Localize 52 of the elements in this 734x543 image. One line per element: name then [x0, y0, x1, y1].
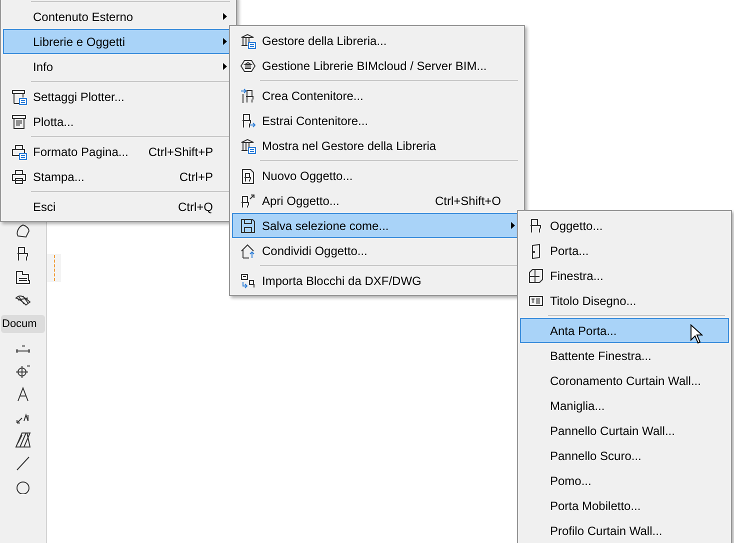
menu-item[interactable]: Coronamento Curtain Wall... [520, 368, 729, 393]
menu-item[interactable]: Titolo Disegno... [520, 288, 729, 313]
menu-item[interactable]: Mostra nel Gestore della Libreria [232, 133, 522, 158]
printer-icon [10, 168, 26, 184]
menu-item[interactable]: Gestione Librerie BIMcloud / Server BIM... [232, 53, 522, 78]
menu-item[interactable]: Importa Blocchi da DXF/DWG [232, 268, 522, 293]
menu-item[interactable]: Estrai Contenitore... [232, 108, 522, 133]
share-house-icon [240, 242, 256, 258]
menu-item[interactable]: Profilo Curtain Wall... [520, 518, 729, 543]
save-icon [240, 218, 256, 234]
menu-item[interactable]: Stampa... Ctrl+P [3, 164, 234, 189]
library-icon [240, 138, 256, 154]
menu-item[interactable]: Maniglia... [520, 393, 729, 418]
chair-arrow-icon [240, 88, 256, 104]
menu-item[interactable]: Battente Finestra... [520, 343, 729, 368]
plotter-settings-icon [10, 88, 26, 104]
object-file-icon [240, 168, 256, 184]
menu-item[interactable]: Info [3, 54, 234, 79]
text-tool-icon [15, 386, 31, 402]
mouse-pointer-icon [690, 324, 703, 344]
menu-item[interactable]: Porta Mobiletto... [520, 493, 729, 518]
toolbox-section-label[interactable]: Docum [1, 315, 45, 333]
menu-item[interactable]: Condividi Oggetto... [232, 238, 522, 263]
menu-item[interactable]: Crea Contenitore... [232, 83, 522, 108]
import-icon [240, 272, 256, 288]
menu-item[interactable]: Pomo... [520, 468, 729, 493]
plotter-icon [10, 114, 26, 130]
printer-settings-icon [10, 144, 26, 160]
menu-item[interactable]: Contenuto Esterno [3, 4, 234, 29]
menu-item[interactable]: Porta... [520, 238, 729, 263]
library-icon [240, 32, 256, 48]
menu-item[interactable]: Anta Porta... [520, 318, 729, 343]
fill-icon [15, 432, 31, 448]
menu-item[interactable]: Plotta... [3, 109, 234, 134]
menu-item[interactable]: Pannello Curtain Wall... [520, 418, 729, 443]
chair-arrow-icon [240, 112, 256, 128]
menu-item[interactable]: Formato Pagina... Ctrl+Shift+P [3, 139, 234, 164]
menu-item[interactable]: Pannello Scuro... [520, 443, 729, 468]
menu-item[interactable]: Settaggi Plotter... [3, 84, 234, 109]
menu-item[interactable]: Gestore della Libreria... [232, 28, 522, 53]
crosshair-icon [15, 363, 31, 379]
menu-item[interactable]: Apri Oggetto... Ctrl+Shift+O [232, 188, 522, 213]
line-icon [15, 455, 31, 471]
chair-icon [15, 246, 31, 262]
library-hexagon-icon [240, 58, 256, 74]
window-icon [528, 268, 544, 284]
chair-arrow-icon [240, 192, 256, 208]
panel-icon [15, 269, 31, 285]
chair-icon [528, 218, 544, 234]
menu-item[interactable]: Oggetto... [520, 213, 729, 238]
menu-item[interactable]: Finestra... [520, 263, 729, 288]
menu-item[interactable]: Nuovo Oggetto... [232, 163, 522, 188]
